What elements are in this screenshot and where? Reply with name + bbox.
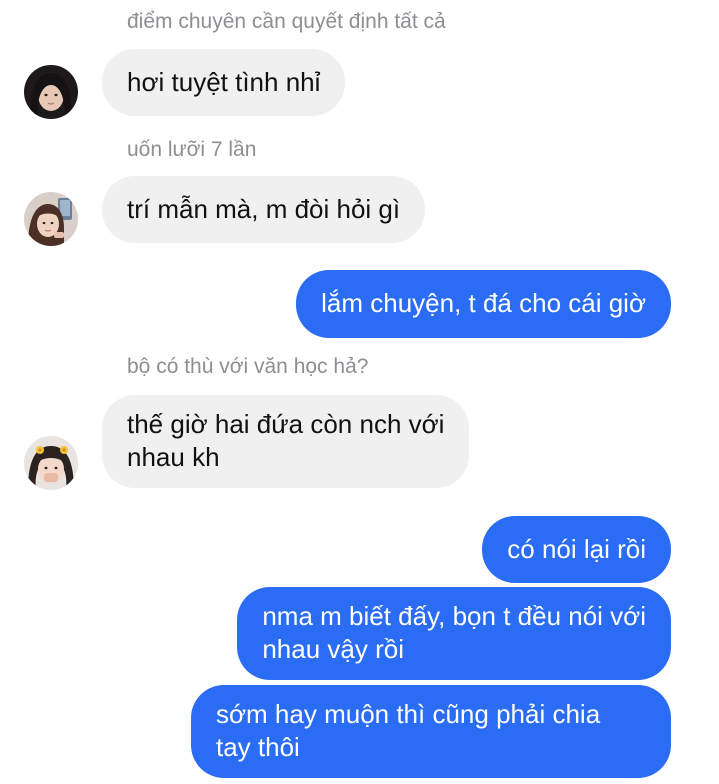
message-text-line: sớm hay muộn thì cũng phải chia [216, 699, 601, 729]
message-text: có nói lại rồi [507, 534, 646, 564]
message-bubble-incoming[interactable]: thế giờ hai đứa còn nch với nhau kh [102, 395, 470, 488]
avatar-girl-flower-clip-icon[interactable] [24, 436, 78, 490]
sender-name: bộ có thù với văn học hả? [127, 355, 369, 378]
sender-name: điểm chuyên cần quyết định tất cả [127, 10, 446, 33]
message-text: trí mẫn mà, m đòi hỏi gì [127, 194, 401, 224]
message-text-line: thế giờ hai đứa còn nch với [127, 409, 445, 439]
message-bubble-incoming[interactable]: hơi tuyệt tình nhỉ [102, 49, 346, 116]
avatar-girl-dark-hair-icon[interactable] [24, 65, 78, 119]
message-text: lắm chuyện, t đá cho cái giờ [321, 288, 646, 318]
message-text-line: nhau vậy rồi [262, 634, 404, 664]
message-bubble-incoming[interactable]: trí mẫn mà, m đòi hỏi gì [102, 176, 426, 243]
message-text: hơi tuyệt tình nhỉ [127, 67, 321, 97]
message-bubble-outgoing[interactable]: có nói lại rồi [482, 516, 671, 583]
message-text-line: nma m biết đấy, bọn t đều nói với [262, 601, 646, 631]
message-bubble-outgoing[interactable]: sớm hay muộn thì cũng phải chia tay thôi [191, 685, 671, 778]
message-bubble-outgoing[interactable]: nma m biết đấy, bọn t đều nói với nhau v… [237, 587, 671, 680]
chat-thread: điểm chuyên cần quyết định tất cả hơi tu… [0, 0, 719, 784]
avatar-girl-selfie-icon[interactable] [24, 192, 78, 246]
message-text-line: tay thôi [216, 732, 300, 762]
sender-name: uốn lưỡi 7 lần [127, 138, 257, 161]
message-text-line: nhau kh [127, 442, 220, 472]
message-bubble-outgoing[interactable]: lắm chuyện, t đá cho cái giờ [296, 270, 671, 338]
